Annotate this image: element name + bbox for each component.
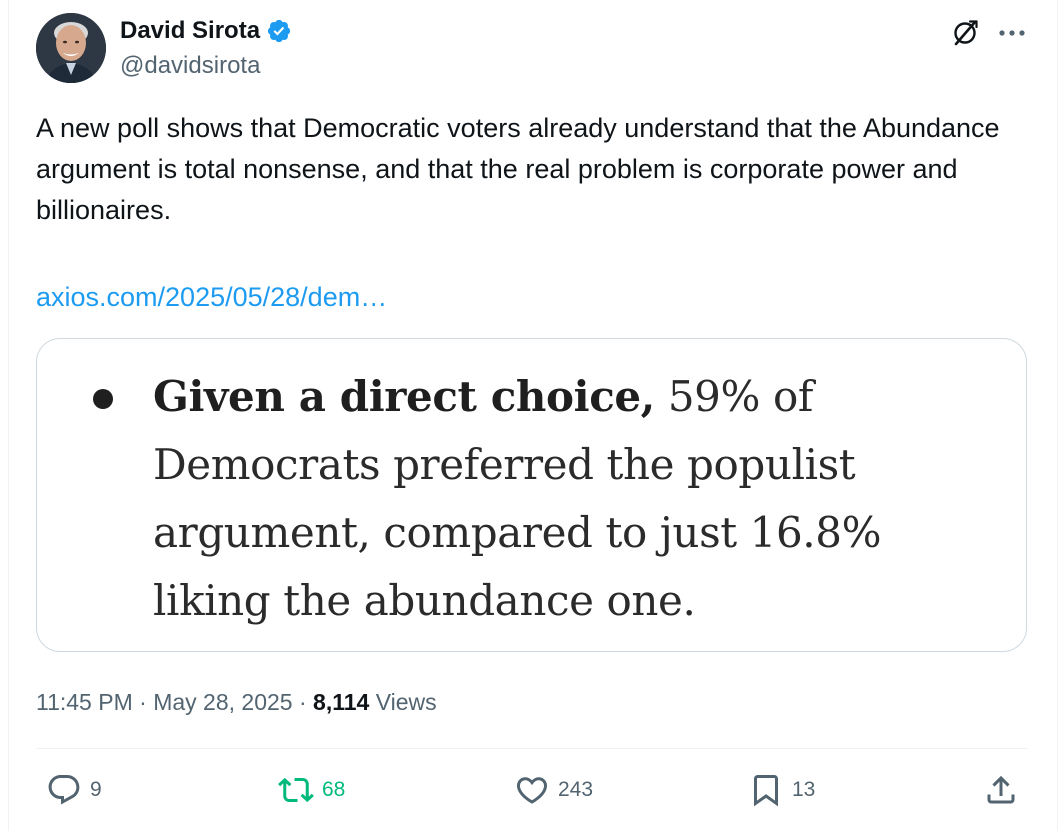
bullet-dot <box>93 389 113 409</box>
media-quote-bold-lead: Given a direct choice, <box>153 372 655 421</box>
grok-icon[interactable] <box>948 16 982 50</box>
action-bar-divider <box>36 748 1028 749</box>
author-display-name[interactable]: David Sirota <box>120 14 260 48</box>
like-count: 243 <box>558 778 594 801</box>
meta-separator-2: · <box>292 689 314 715</box>
bookmark-icon <box>754 775 778 807</box>
reply-count: 9 <box>90 778 102 801</box>
tweet-link[interactable]: axios.com/2025/05/28/dem… <box>36 277 387 317</box>
timeline-border-left <box>8 0 9 831</box>
reply-icon <box>48 775 80 805</box>
media-image-card[interactable]: Given a direct choice, 59% of Democrats … <box>36 338 1027 652</box>
more-icon[interactable] <box>994 16 1030 50</box>
retweet-count: 68 <box>322 778 346 801</box>
heart-icon <box>516 777 548 804</box>
tweet-text: A new poll shows that Democratic voters … <box>36 113 1000 225</box>
media-quote-text: Given a direct choice, 59% of Democrats … <box>153 363 1003 635</box>
views-count: 8,114 <box>313 689 370 715</box>
like-button[interactable]: 243 <box>514 770 593 810</box>
views-label: Views <box>369 689 437 715</box>
tweet-date[interactable]: May 28, 2025 <box>153 686 292 718</box>
retweet-icon <box>278 777 314 803</box>
reply-button[interactable]: 9 <box>46 770 102 810</box>
verified-badge-icon[interactable] <box>266 18 292 44</box>
avatar-portrait <box>36 13 106 83</box>
tweet-time[interactable]: 11:45 PM <box>36 686 133 718</box>
meta-separator: · <box>132 689 154 715</box>
author-name-row: David Sirota <box>120 14 292 48</box>
tweet-detail: David Sirota @davidsirota A new poll sho… <box>0 0 1061 831</box>
avatar[interactable] <box>36 13 106 83</box>
bookmark-count: 13 <box>792 778 816 801</box>
timeline-border-right <box>1057 0 1058 831</box>
retweet-button[interactable]: 68 <box>278 770 345 810</box>
share-button[interactable] <box>983 770 1019 810</box>
author-handle[interactable]: @davidsirota <box>120 50 260 82</box>
tweet-meta: 11:45 PM · May 28, 2025 · 8,114 Views <box>36 686 437 718</box>
share-icon <box>987 775 1015 804</box>
bookmark-button[interactable]: 13 <box>748 770 815 810</box>
